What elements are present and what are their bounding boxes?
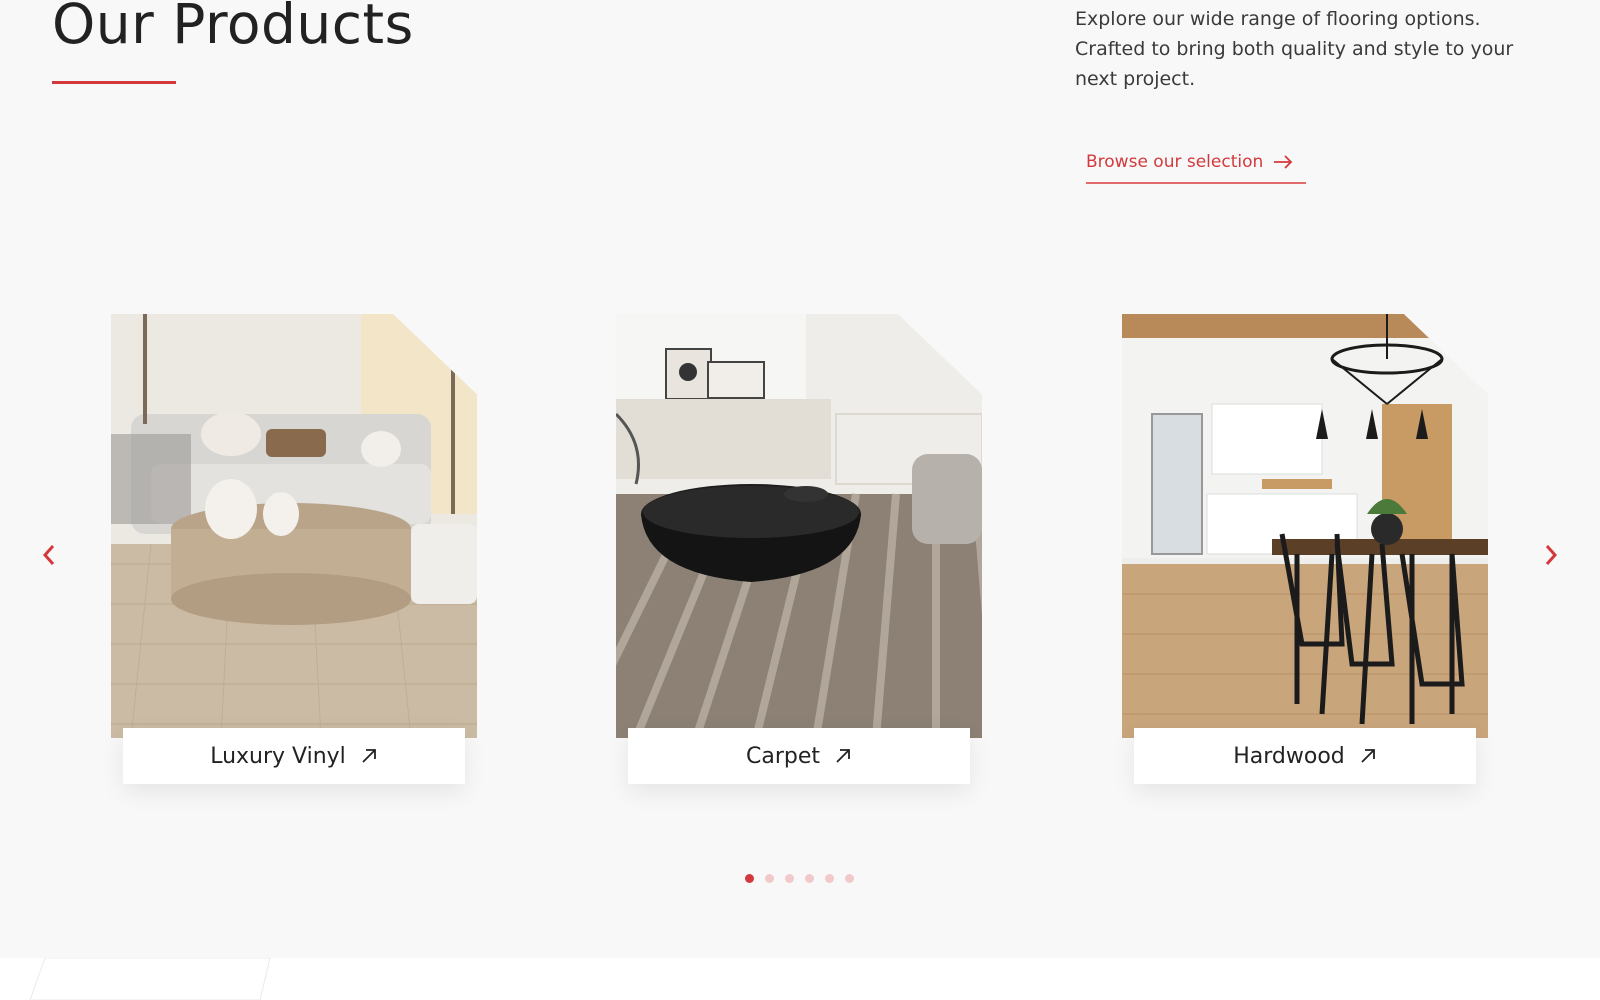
carousel-dot-3[interactable] — [785, 874, 794, 883]
card-label-luxury-vinyl[interactable]: Luxury Vinyl — [123, 728, 465, 784]
arrow-right-icon — [1274, 155, 1293, 169]
browse-selection-label: Browse our selection — [1086, 152, 1264, 172]
carousel-dot-5[interactable] — [825, 874, 834, 883]
next-section-band — [0, 958, 1600, 1000]
chevron-right-icon — [1545, 545, 1558, 565]
card-title: Carpet — [745, 743, 820, 769]
carousel-dot-6[interactable] — [845, 874, 854, 883]
carousel-next-button[interactable] — [1538, 540, 1564, 570]
title-underline — [52, 81, 176, 84]
card-title: Luxury Vinyl — [210, 743, 346, 769]
browse-selection-link[interactable]: Browse our selection — [1086, 152, 1306, 184]
product-card-luxury-vinyl[interactable]: Luxury Vinyl — [111, 314, 477, 784]
page-title: Our Products — [52, 0, 414, 56]
hardwood-image — [1122, 314, 1488, 738]
carousel-prev-button[interactable] — [36, 540, 62, 570]
carpet-image — [616, 314, 982, 738]
carousel-dot-1[interactable] — [745, 874, 754, 883]
chevron-left-icon — [42, 545, 55, 565]
card-label-carpet[interactable]: Carpet — [628, 728, 970, 784]
card-label-hardwood[interactable]: Hardwood — [1134, 728, 1476, 784]
carousel-dot-2[interactable] — [765, 874, 774, 883]
decorative-shape — [29, 958, 271, 1000]
arrow-up-right-icon — [362, 749, 376, 763]
product-card-carpet[interactable]: Carpet — [616, 314, 982, 784]
luxury-vinyl-image — [111, 314, 477, 738]
card-title: Hardwood — [1233, 743, 1345, 769]
carousel-dots — [745, 874, 854, 883]
intro-text: Explore our wide range of flooring optio… — [1075, 8, 1514, 90]
arrow-up-right-icon — [1361, 749, 1375, 763]
carousel-dot-4[interactable] — [805, 874, 814, 883]
product-card-hardwood[interactable]: Hardwood — [1122, 314, 1488, 784]
arrow-up-right-icon — [836, 749, 850, 763]
